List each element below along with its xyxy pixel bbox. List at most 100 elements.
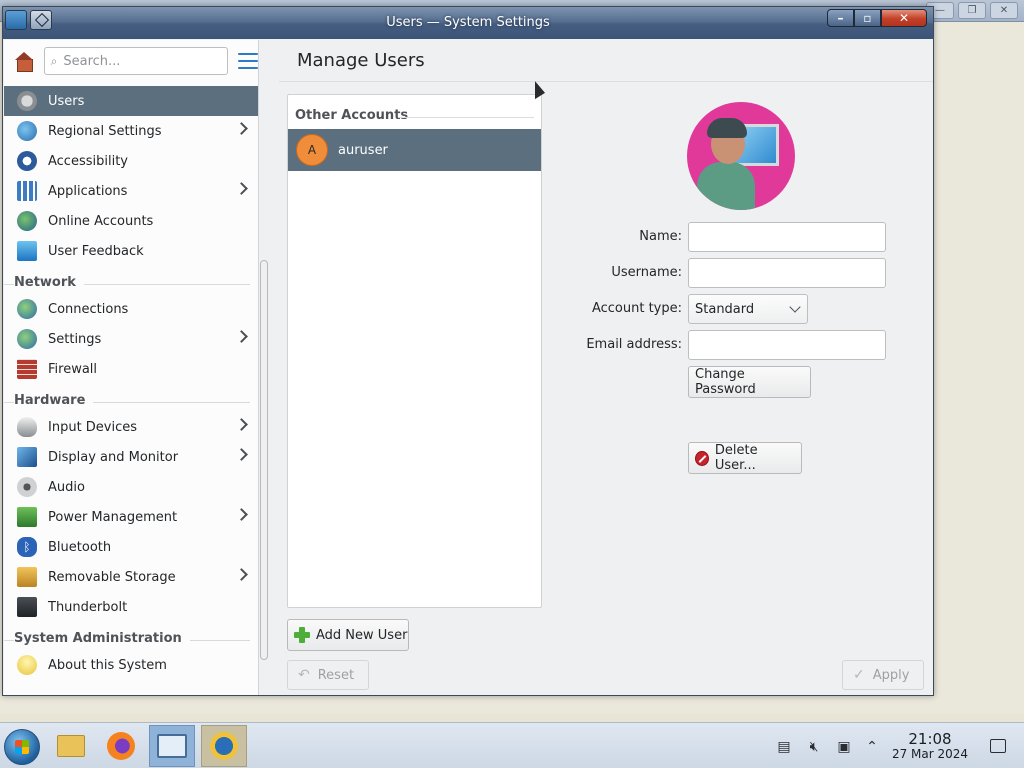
avatar: A: [296, 134, 328, 166]
reset-label: Reset: [317, 667, 355, 683]
thunderbolt-icon: [17, 597, 37, 617]
tray-expand-icon[interactable]: ⌃: [862, 737, 882, 757]
sidebar-nav: Users Regional Settings Accessibility Ap…: [4, 86, 258, 680]
sidebar-item-removable-storage[interactable]: Removable Storage: [4, 562, 258, 592]
sidebar-item-label: Thunderbolt: [48, 599, 128, 615]
maximize-button[interactable]: ▫: [854, 9, 881, 27]
accounts-section-header: Other Accounts: [288, 95, 541, 129]
apply-label: Apply: [872, 667, 910, 683]
monitor-icon: [17, 447, 37, 467]
chevron-right-icon: [235, 448, 248, 461]
main-content: Manage Users Other Accounts A auruser Ad…: [279, 40, 933, 695]
user-avatar-large[interactable]: [687, 102, 795, 210]
delete-user-label: Delete User...: [714, 443, 758, 473]
search-input[interactable]: [63, 53, 214, 69]
system-settings-icon: [210, 732, 238, 760]
checkmark-icon: ✓: [853, 667, 865, 683]
clipboard-icon[interactable]: ▤: [774, 737, 794, 757]
sidebar-item-regional-settings[interactable]: Regional Settings: [4, 116, 258, 146]
mouse-icon: [17, 417, 37, 437]
sidebar-item-label: Audio: [48, 479, 85, 495]
taskbar-system-monitor[interactable]: [149, 725, 195, 767]
account-type-select[interactable]: Standard: [688, 294, 808, 324]
network-monitor-icon[interactable]: ▣: [834, 737, 854, 757]
taskbar-system-settings[interactable]: [201, 725, 247, 767]
delete-icon: [695, 450, 709, 466]
network-settings-icon: [17, 329, 37, 349]
sidebar-item-label: Regional Settings: [48, 123, 162, 139]
sidebar-item-accessibility[interactable]: Accessibility: [4, 146, 258, 176]
change-password-button[interactable]: Change Password: [688, 366, 811, 398]
bg-close-button[interactable]: ✕: [990, 2, 1018, 19]
volume-muted-icon[interactable]: 🔇︎: [804, 737, 824, 757]
account-username: auruser: [338, 142, 388, 158]
sidebar-item-input-devices[interactable]: Input Devices: [4, 412, 258, 442]
sidebar-item-applications[interactable]: Applications: [4, 176, 258, 206]
search-icon: ⌕: [50, 53, 58, 68]
name-label: Name:: [639, 229, 682, 244]
firewall-icon: [17, 359, 37, 379]
sidebar-item-power-management[interactable]: Power Management: [4, 502, 258, 532]
sidebar-item-network-settings[interactable]: Settings: [4, 324, 258, 354]
sidebar-item-label: Display and Monitor: [48, 449, 179, 465]
sidebar-item-user-feedback[interactable]: User Feedback: [4, 236, 258, 266]
plus-icon: [294, 627, 310, 643]
globe-icon: [17, 121, 37, 141]
bg-restore-button[interactable]: ❐: [958, 2, 986, 19]
clock-time: 21:08: [908, 730, 952, 748]
clock[interactable]: 21:08 27 Mar 2024: [880, 731, 980, 761]
sidebar-scrollbar-thumb[interactable]: [260, 260, 268, 660]
chevron-right-icon: [235, 330, 248, 343]
minimize-button[interactable]: –: [827, 9, 854, 27]
show-desktop-icon[interactable]: [990, 739, 1006, 753]
bluetooth-icon: ᛒ: [17, 537, 37, 557]
start-menu-button[interactable]: [4, 729, 40, 765]
name-field[interactable]: [688, 222, 886, 252]
sidebar-item-label: Accessibility: [48, 153, 128, 169]
monitor-app-icon: [157, 734, 187, 758]
window-titlebar[interactable]: Users — System Settings – ▫ ✕: [3, 7, 933, 39]
account-type-value: Standard: [695, 301, 755, 317]
home-icon[interactable]: [14, 51, 34, 72]
sidebar-item-online-accounts[interactable]: Online Accounts: [4, 206, 258, 236]
email-field[interactable]: [688, 330, 886, 360]
chevron-right-icon: [235, 568, 248, 581]
add-user-button[interactable]: Add New User: [287, 619, 409, 651]
sidebar-item-label: Power Management: [48, 509, 178, 525]
sidebar-item-connections[interactable]: Connections: [4, 294, 258, 324]
sidebar-item-users[interactable]: Users: [4, 86, 258, 116]
storage-icon: [17, 567, 37, 587]
account-row-auruser[interactable]: A auruser: [288, 129, 541, 171]
applications-icon: [17, 181, 37, 201]
lightbulb-icon: [17, 655, 37, 675]
sidebar-item-firewall[interactable]: Firewall: [4, 354, 258, 384]
hamburger-menu-icon[interactable]: [238, 53, 259, 69]
sidebar-scrollbar[interactable]: [260, 85, 268, 695]
name-input[interactable]: [689, 223, 885, 251]
online-accounts-icon: [17, 211, 37, 231]
apply-button[interactable]: ✓ Apply: [842, 660, 924, 690]
sidebar-item-about-system[interactable]: About this System: [4, 650, 258, 680]
sidebar-item-audio[interactable]: Audio: [4, 472, 258, 502]
sidebar-item-label: Connections: [48, 301, 129, 317]
username-field[interactable]: [688, 258, 886, 288]
sidebar-item-label: Settings: [48, 331, 102, 347]
taskbar: ▤ 🔇︎ ▣ ⌃ 21:08 27 Mar 2024: [0, 722, 1024, 768]
username-input[interactable]: [689, 259, 885, 287]
email-input[interactable]: [689, 331, 885, 359]
sidebar-item-display-monitor[interactable]: Display and Monitor: [4, 442, 258, 472]
close-button[interactable]: ✕: [881, 9, 927, 27]
taskbar-file-manager[interactable]: [48, 725, 94, 767]
search-box[interactable]: ⌕: [43, 47, 229, 75]
chevron-right-icon: [235, 508, 248, 521]
users-icon: [17, 91, 37, 111]
sidebar-item-thunderbolt[interactable]: Thunderbolt: [4, 592, 258, 622]
sidebar-item-bluetooth[interactable]: ᛒ Bluetooth: [4, 532, 258, 562]
taskbar-firefox[interactable]: [98, 725, 144, 767]
feedback-icon: [17, 241, 37, 261]
accounts-list: Other Accounts A auruser: [287, 94, 542, 608]
chevron-right-icon: [235, 122, 248, 135]
reset-button[interactable]: ↶ Reset: [287, 660, 369, 690]
sidebar-item-label: About this System: [48, 657, 167, 673]
delete-user-button[interactable]: Delete User...: [688, 442, 802, 474]
